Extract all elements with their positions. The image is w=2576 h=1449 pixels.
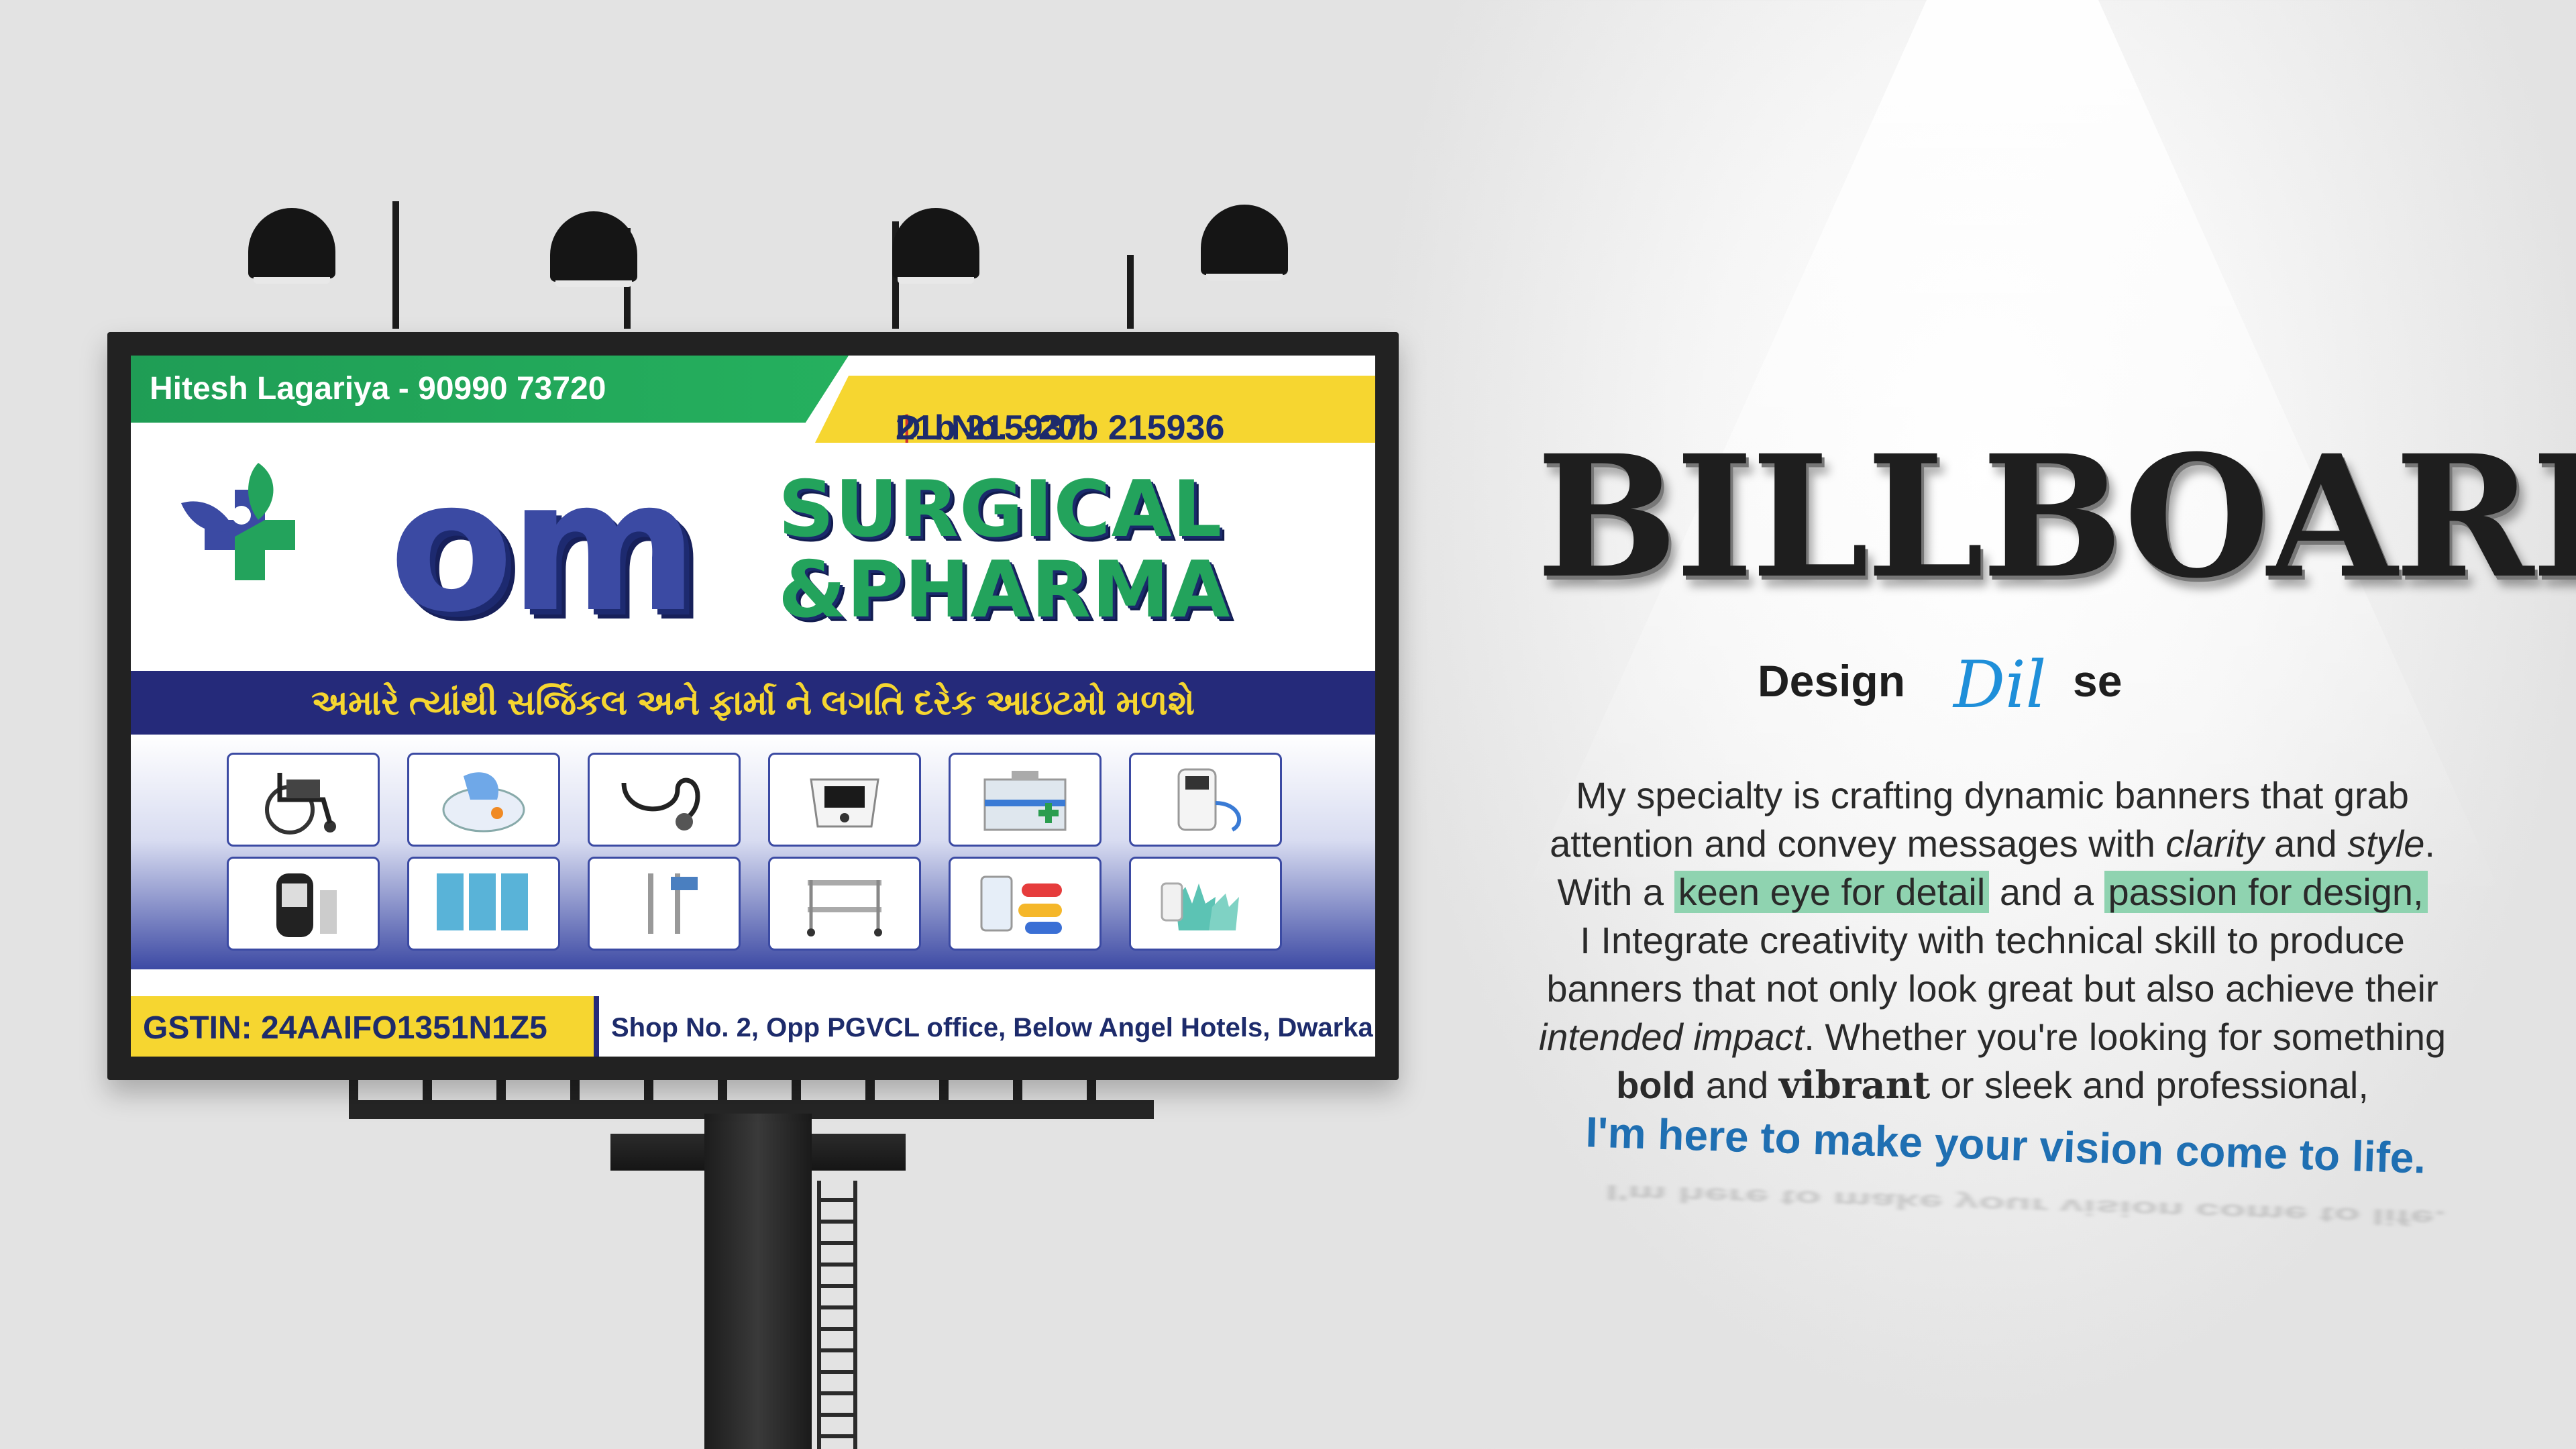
first-aid-box-icon bbox=[949, 753, 1102, 847]
description-paragraph: My specialty is crafting dynamic banners… bbox=[1456, 771, 2529, 1110]
nebulizer-icon bbox=[407, 753, 560, 847]
iv-capsules-icon bbox=[949, 857, 1102, 951]
para-line-3: With a keen eye for detail and a passion… bbox=[1456, 868, 2529, 916]
lamp-1 bbox=[248, 208, 335, 284]
lamp-3 bbox=[892, 208, 979, 284]
para-line-7: bold and vibrant or sleek and profession… bbox=[1616, 1063, 2369, 1108]
cross-leaf-logo-icon bbox=[181, 463, 295, 580]
contact-text: Hitesh Lagariya - 90990 73720 bbox=[150, 371, 606, 407]
ladder bbox=[817, 1181, 857, 1449]
para-line-4: I Integrate creativity with technical sk… bbox=[1580, 919, 2405, 961]
lamp-4 bbox=[1201, 205, 1288, 280]
doppler-icon bbox=[1129, 753, 1282, 847]
hospital-screen-icon bbox=[407, 857, 560, 951]
product-grid bbox=[131, 735, 1375, 969]
gloves-icon bbox=[1129, 857, 1282, 951]
gstin-strip: GSTIN: 24AAIFO1351N1Z5 bbox=[131, 996, 594, 1057]
brand-om: om bbox=[389, 441, 698, 652]
contact-strip: Hitesh Lagariya - 90990 73720 bbox=[131, 356, 849, 423]
crutch-icon bbox=[588, 857, 741, 951]
license-strip: DL No. - 20b 215936 | 21b 215937 bbox=[815, 376, 1375, 443]
brand-surgical: SURGICAL bbox=[778, 464, 1223, 555]
trolley-icon bbox=[768, 857, 921, 951]
highlight-passion: passion for design, bbox=[2104, 871, 2428, 913]
bp-monitor-icon bbox=[768, 753, 921, 847]
subhead-se: se bbox=[2073, 656, 2123, 706]
subhead: Design Dil se bbox=[1758, 647, 2227, 728]
gujarati-tagline: અમારે ત્યાંથી સર્જિકલ અને ફાર્મા ને લગતિ… bbox=[311, 684, 1195, 722]
billboard-banner: Hitesh Lagariya - 90990 73720 DL No. - 2… bbox=[131, 356, 1375, 1057]
lamp-arm bbox=[1127, 255, 1134, 329]
billboard-pole bbox=[704, 1114, 812, 1449]
gujarati-band: અમારે ત્યાંથી સર્જિકલ અને ફાર્મા ને લગતિ… bbox=[131, 671, 1375, 735]
tagline-reflection: I'm here to make your vision come to lif… bbox=[1605, 1180, 2447, 1231]
highlight-detail: keen eye for detail bbox=[1674, 871, 1990, 913]
subhead-design: Design bbox=[1758, 656, 1906, 706]
para-line-5: banners that not only look great but als… bbox=[1546, 967, 2438, 1010]
wheelchair-icon bbox=[227, 753, 380, 847]
para-line-1: My specialty is crafting dynamic banners… bbox=[1576, 774, 2409, 816]
lamp-2 bbox=[550, 211, 637, 287]
address-strip: Shop No. 2, Opp PGVCL office, Below Ange… bbox=[594, 996, 1375, 1057]
para-line-2: attention and convey messages with clari… bbox=[1550, 822, 2435, 865]
para-line-6: intended impact. Whether you're looking … bbox=[1538, 1016, 2447, 1058]
tagline: I'm here to make your vision come to lif… bbox=[1585, 1108, 2427, 1183]
address-text: Shop No. 2, Opp PGVCL office, Below Ange… bbox=[611, 1013, 1375, 1042]
stethoscope-icon bbox=[588, 753, 741, 847]
glucometer-icon bbox=[227, 857, 380, 951]
headline: BILLBOARD bbox=[1536, 418, 2576, 615]
brand-pharma: &PHARMA bbox=[778, 545, 1231, 635]
gstin-text: GSTIN: 24AAIFO1351N1Z5 bbox=[143, 1010, 547, 1046]
subhead-dil: Dil bbox=[1953, 647, 2047, 722]
lamp-arm bbox=[392, 201, 399, 329]
